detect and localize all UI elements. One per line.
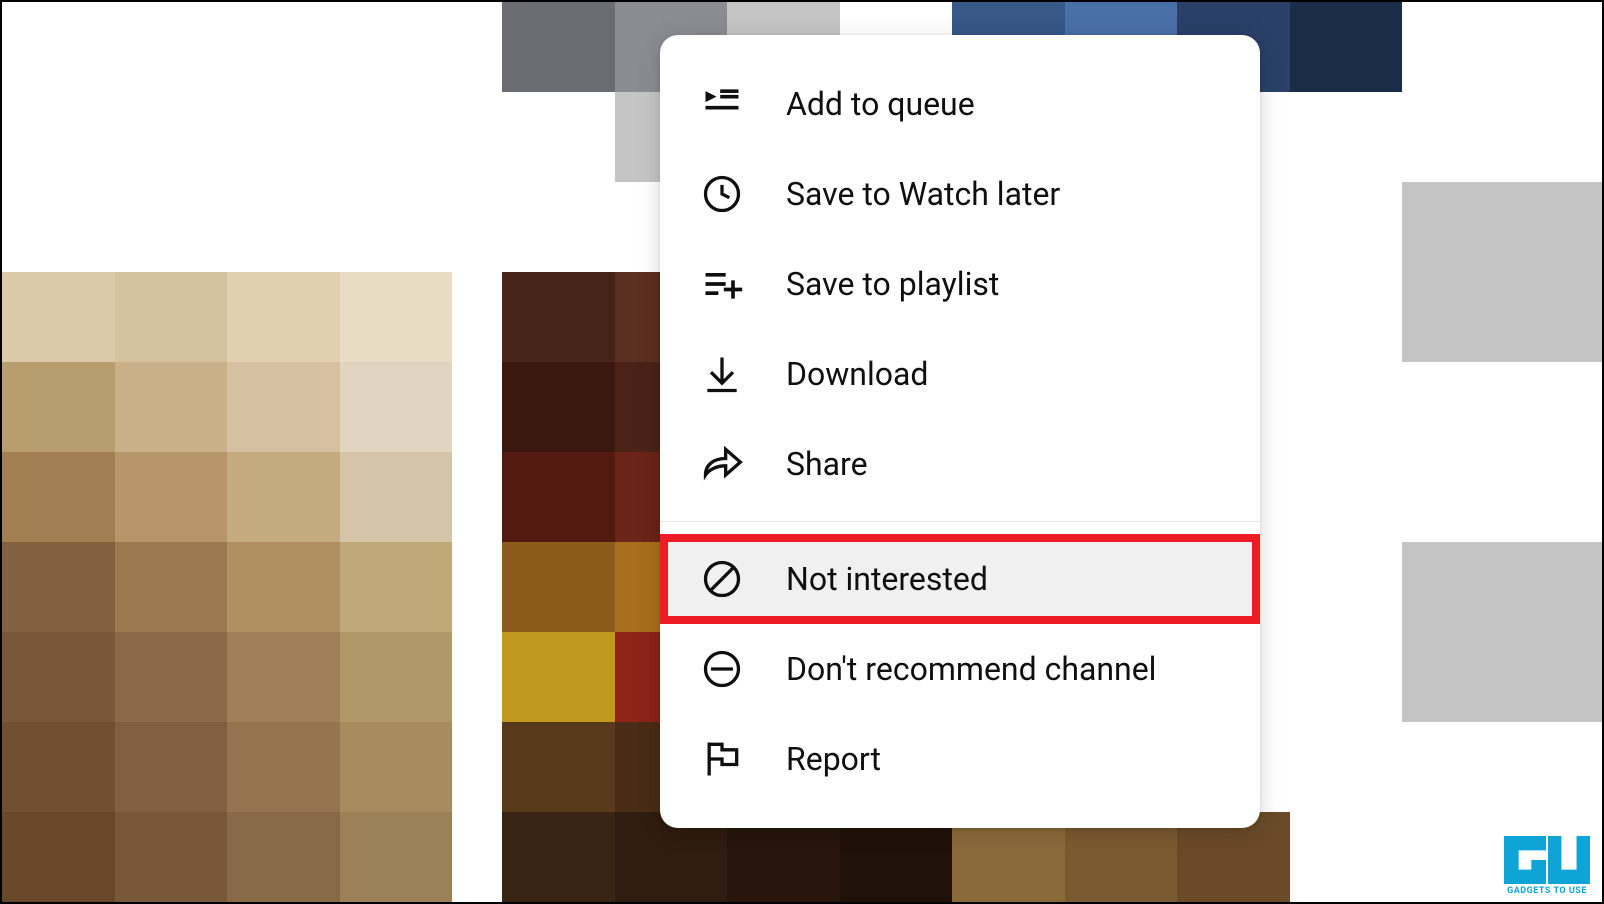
menu-item-dont-recommend[interactable]: Don't recommend channel <box>660 624 1260 714</box>
menu-item-add-to-queue[interactable]: Add to queue <box>660 59 1260 149</box>
share-icon <box>698 440 746 488</box>
not-interested-icon <box>698 555 746 603</box>
menu-item-label: Save to Watch later <box>786 175 1060 213</box>
menu-item-share[interactable]: Share <box>660 419 1260 509</box>
menu-divider <box>660 521 1260 522</box>
watermark-logo <box>1504 836 1590 884</box>
watermark: GADGETS TO USE <box>1504 836 1590 896</box>
download-icon <box>698 350 746 398</box>
menu-item-label: Share <box>786 445 868 483</box>
menu-item-not-interested[interactable]: Not interested <box>660 534 1260 624</box>
menu-item-label: Save to playlist <box>786 265 999 303</box>
menu-item-report[interactable]: Report <box>660 714 1260 804</box>
block-channel-icon <box>698 645 746 693</box>
queue-icon <box>698 80 746 128</box>
menu-item-download[interactable]: Download <box>660 329 1260 419</box>
menu-item-save-playlist[interactable]: Save to playlist <box>660 239 1260 329</box>
flag-icon <box>698 735 746 783</box>
menu-item-label: Not interested <box>786 560 988 598</box>
menu-item-label: Download <box>786 355 928 393</box>
watermark-u-icon <box>1548 836 1590 884</box>
playlist-add-icon <box>698 260 746 308</box>
menu-item-label: Report <box>786 740 881 778</box>
watermark-text: GADGETS TO USE <box>1507 886 1587 896</box>
menu-item-label: Add to queue <box>786 85 975 123</box>
watermark-g-icon <box>1504 836 1546 884</box>
clock-icon <box>698 170 746 218</box>
menu-item-watch-later[interactable]: Save to Watch later <box>660 149 1260 239</box>
menu-item-label: Don't recommend channel <box>786 650 1156 688</box>
video-context-menu: Add to queue Save to Watch later Save to… <box>660 35 1260 828</box>
